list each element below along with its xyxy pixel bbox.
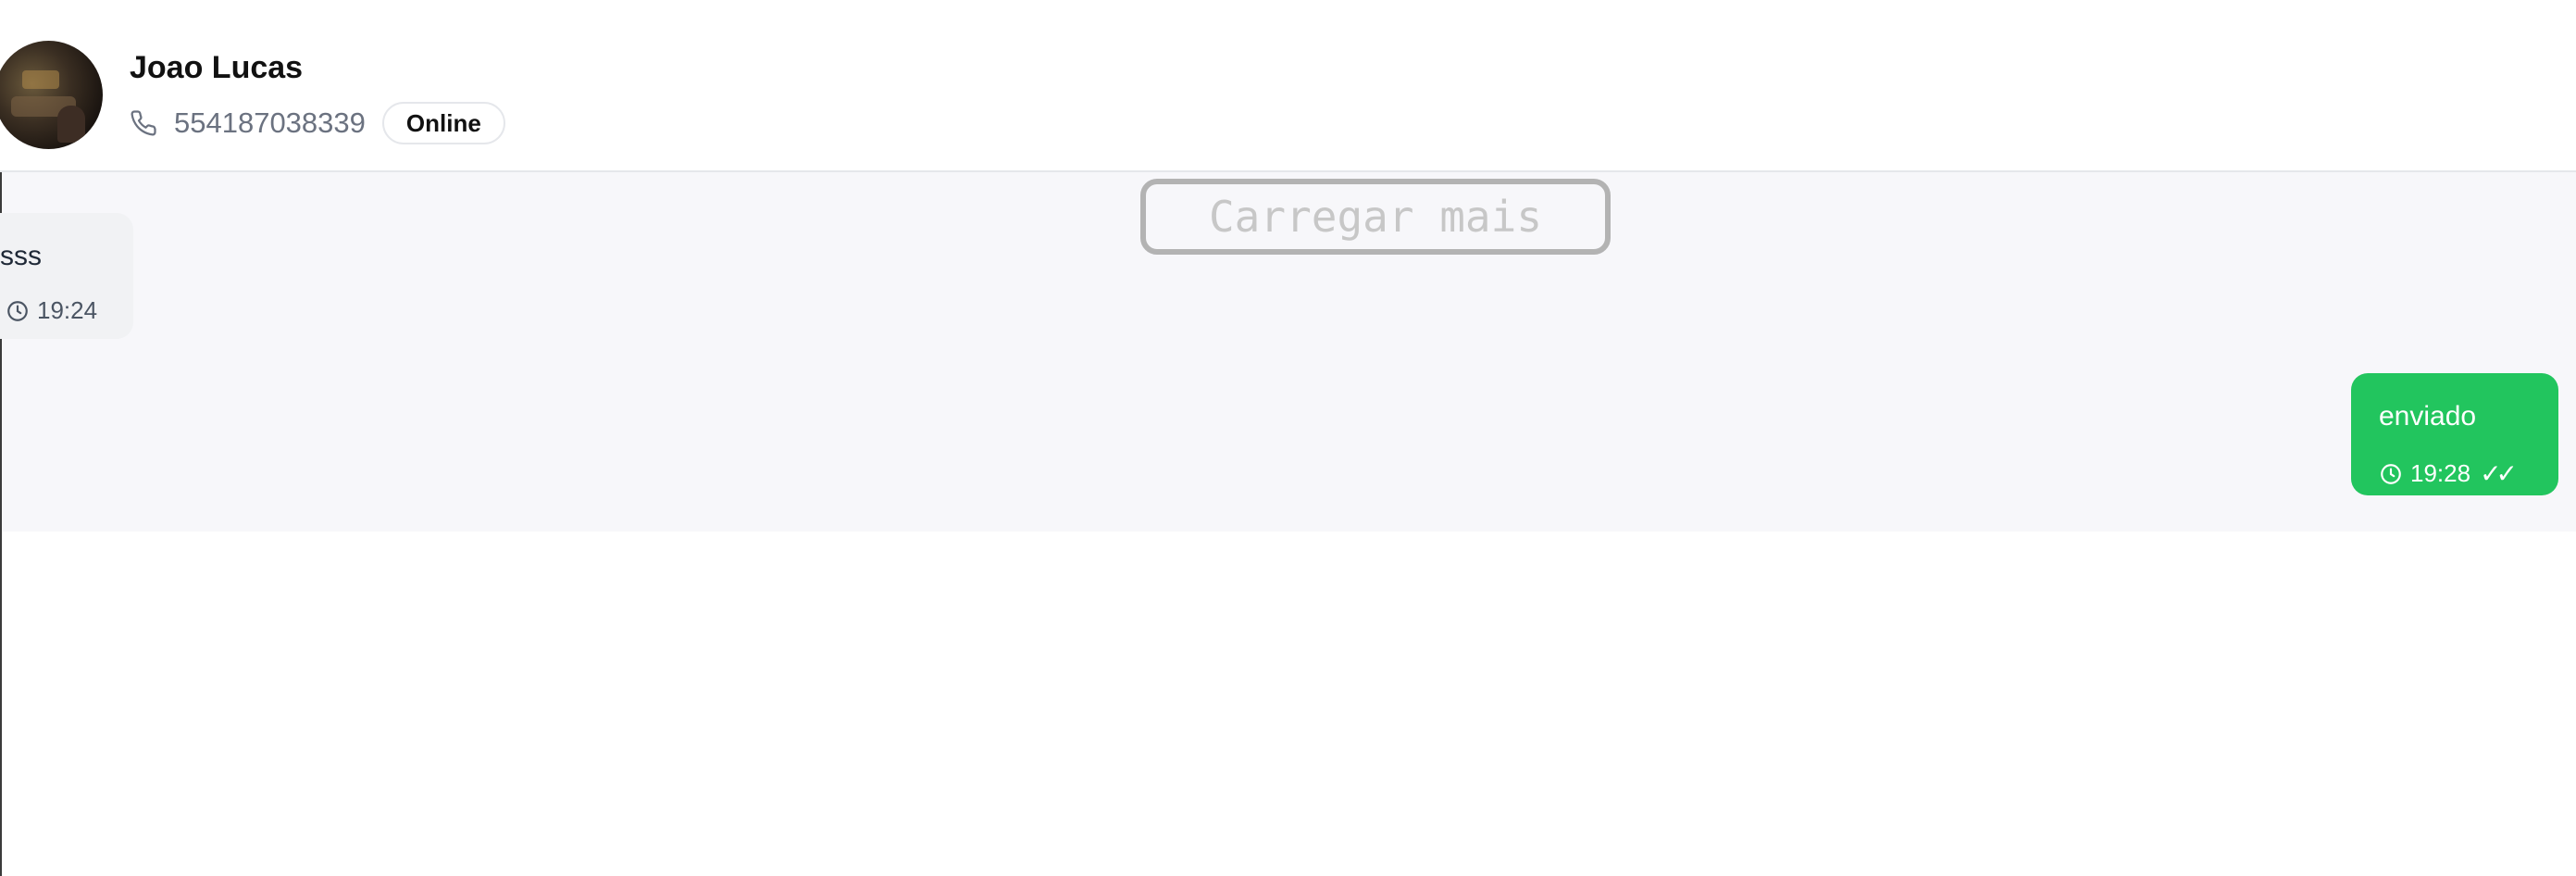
phone-icon (130, 109, 157, 137)
avatar-detail (22, 70, 59, 89)
chat-window: Joao Lucas 554187038339 Online Carregar … (0, 0, 2576, 876)
chat-header: Joao Lucas 554187038339 Online (0, 0, 2576, 172)
message-meta: 19:28 ✓✓ (2379, 458, 2518, 489)
message-text: enviado (2379, 401, 2477, 432)
contact-phone-row: 554187038339 Online (130, 102, 505, 144)
double-check-icon: ✓✓ (2480, 459, 2518, 488)
message-bubble-outgoing[interactable]: enviado 19:28 ✓✓ (2351, 373, 2558, 495)
clock-icon (6, 299, 30, 323)
avatar[interactable] (0, 41, 103, 149)
contact-phone-number: 554187038339 (174, 106, 366, 139)
status-badge: Online (381, 102, 505, 144)
message-bubble-incoming[interactable]: sss 19:24 (0, 213, 133, 339)
clock-icon (2379, 462, 2403, 486)
message-text: sss (0, 241, 42, 271)
message-meta: 19:24 (6, 296, 97, 325)
message-time: 19:24 (37, 296, 98, 324)
avatar-detail (57, 106, 85, 143)
contact-name: Joao Lucas (130, 50, 304, 85)
message-list[interactable]: Carregar mais sss 19:24 enviado 19:28 ✓✓ (0, 172, 2576, 532)
load-more-button[interactable]: Carregar mais (1140, 179, 1611, 255)
message-time: 19:28 (2410, 459, 2471, 487)
